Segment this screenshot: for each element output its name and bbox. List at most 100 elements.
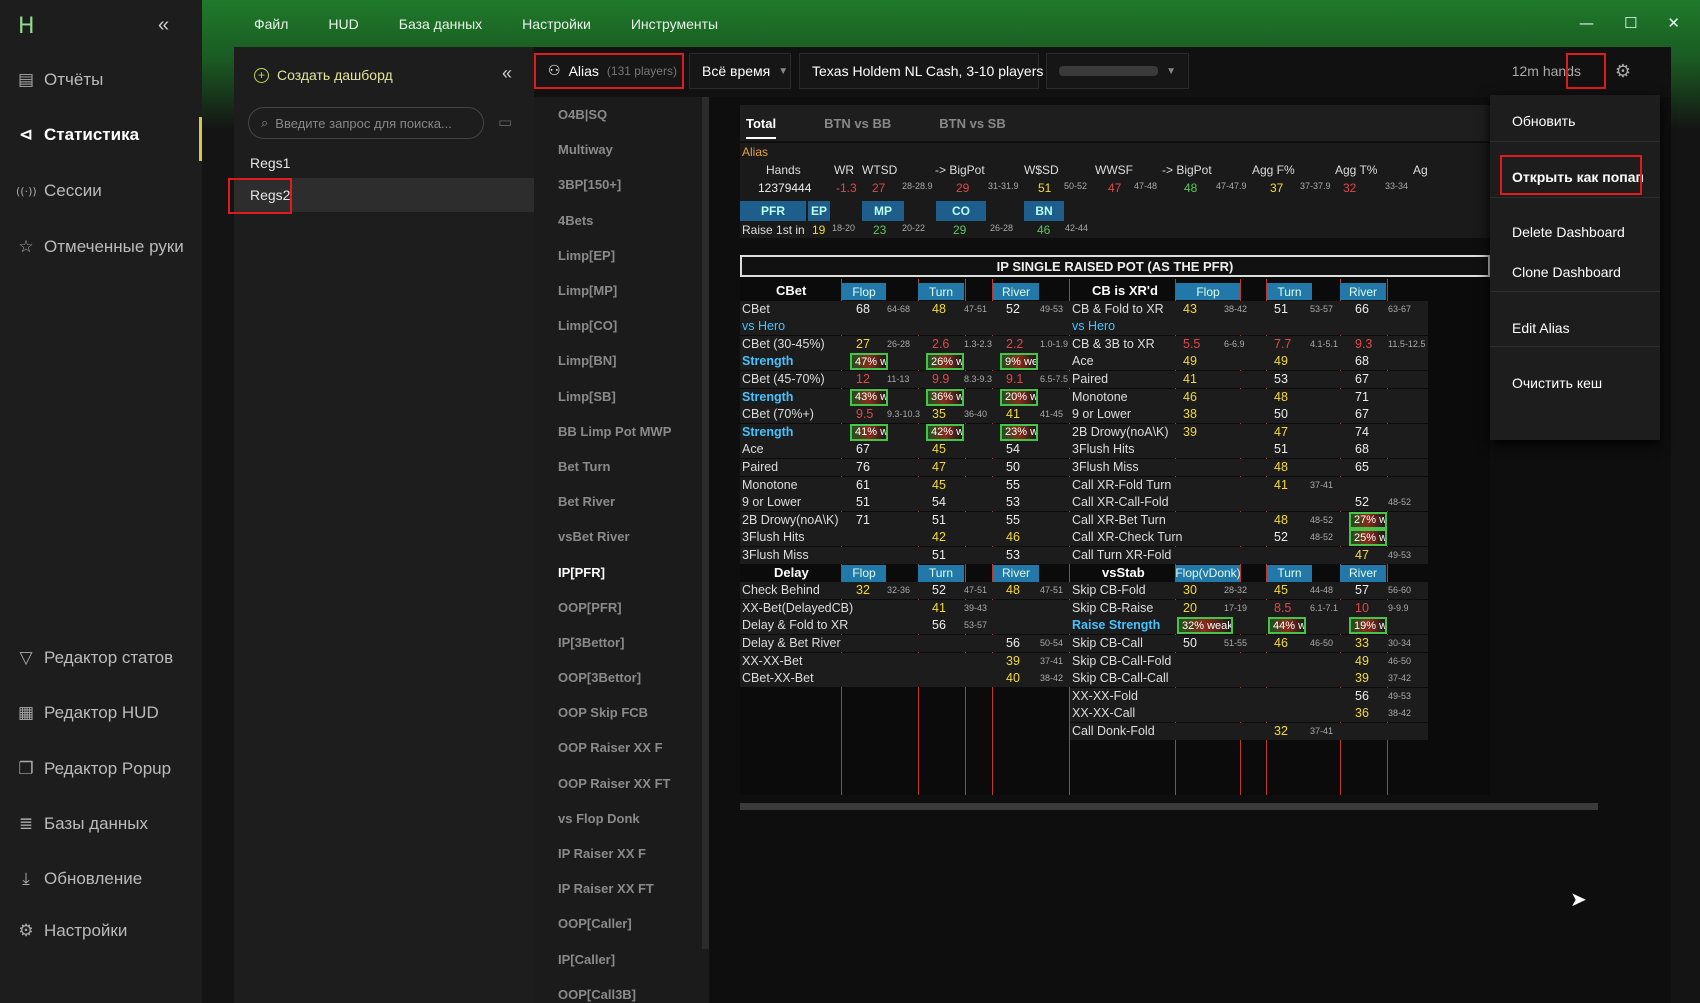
- nav-item-3[interactable]: ☆ Отмеченные руки: [16, 237, 183, 257]
- stat-list-item[interactable]: Limp[CO]: [534, 308, 709, 343]
- stat-list-item[interactable]: Multiway: [534, 132, 709, 167]
- nav-bottom-item-4[interactable]: ⤓ Обновление: [16, 869, 142, 889]
- stat-list-item[interactable]: Limp[BN]: [534, 343, 709, 378]
- settings-gear-icon[interactable]: ⚙: [1605, 53, 1641, 89]
- stat-list-item[interactable]: OOP[3Bettor]: [534, 660, 709, 695]
- window-controls: — ☐ ✕: [1579, 14, 1680, 32]
- row-label: Call Donk-Fold: [1072, 724, 1155, 738]
- tab[interactable]: Total: [746, 116, 777, 139]
- stat-list-item[interactable]: BB Limp Pot MWP: [534, 414, 709, 449]
- player-select[interactable]: ▼: [1046, 53, 1189, 89]
- stat-list-item[interactable]: vsBet River: [534, 519, 709, 554]
- stat-list-item[interactable]: 4Bets: [534, 203, 709, 238]
- stat-list-item[interactable]: Bet Turn: [534, 449, 709, 484]
- stat-value: 40: [1006, 671, 1020, 686]
- stat-list-item[interactable]: vs Flop Donk: [534, 801, 709, 836]
- stat-range: 11-13: [887, 374, 910, 384]
- stat-range: 4.1-5.1: [1310, 338, 1339, 349]
- time-range-select[interactable]: Всё время ▼: [689, 53, 791, 89]
- stat-list-item[interactable]: OOP[PFR]: [534, 590, 709, 625]
- stat-list-item[interactable]: Limp[MP]: [534, 273, 709, 308]
- stat-list-item[interactable]: OOP Raiser XX F: [534, 730, 709, 765]
- tab[interactable]: BTN vs SB: [939, 116, 1005, 131]
- search-placeholder: Введите запрос для поиска...: [275, 115, 452, 131]
- stat-list-item[interactable]: IP[3Bettor]: [534, 625, 709, 660]
- nav-item-0[interactable]: ▤ Отчёты: [16, 70, 103, 90]
- stat-list-item[interactable]: Bet River: [534, 484, 709, 519]
- menu-item-1[interactable]: Открыть как попап: [1512, 169, 1644, 185]
- menu-item-4[interactable]: Edit Alias: [1512, 320, 1570, 336]
- stat-list-item[interactable]: IP[PFR]: [534, 554, 709, 589]
- strength-bar: 27% we: [1349, 511, 1387, 529]
- alias-selector[interactable]: ⚇ Alias (131 players): [534, 53, 684, 89]
- dashboard-item-regs1[interactable]: Regs1: [234, 146, 534, 180]
- stat-list-item[interactable]: IP[Caller]: [534, 942, 709, 977]
- stat-list-scrollbar[interactable]: [702, 97, 709, 949]
- close-icon[interactable]: ✕: [1667, 14, 1680, 32]
- stat-range: 32-36: [887, 585, 911, 596]
- stat-range: 56-60: [1388, 585, 1412, 596]
- nav-label: Отчёты: [44, 70, 104, 89]
- stat-list-item[interactable]: OOP Skip FCB: [534, 695, 709, 730]
- stat-list-item[interactable]: IP Raiser XX FT: [534, 871, 709, 906]
- strength-bar: 20% we: [1000, 388, 1038, 406]
- stat-value: 47: [1274, 424, 1288, 439]
- rfi-value: 26-28: [990, 223, 1014, 233]
- rfi-value: 20-22: [902, 223, 926, 233]
- stat-value: 7.7: [1274, 336, 1292, 351]
- stat-list-item[interactable]: O4B|SQ: [534, 97, 709, 132]
- game-type-select[interactable]: Texas Holdem NL Cash, 3-10 players ▼: [799, 53, 1061, 89]
- tab[interactable]: BTN vs BB: [824, 116, 891, 131]
- street-header: Flop: [842, 283, 886, 300]
- nav-bottom-item-2[interactable]: ❐ Редактор Popup: [16, 759, 171, 779]
- nav-bottom-item-3[interactable]: ≣ Базы данных: [16, 814, 148, 834]
- strength-bar: 32% weak: [1177, 617, 1233, 635]
- menu-item-3[interactable]: Clone Dashboard: [1512, 264, 1621, 280]
- menu-item[interactable]: HUD: [328, 16, 358, 32]
- collapse-panel-icon[interactable]: «: [502, 63, 512, 84]
- dashboard-item-regs2[interactable]: Regs2: [234, 178, 534, 212]
- search-icon: ⌕: [261, 115, 269, 131]
- menu-bar: Файл HUD База данных Настройки Инструменты: [202, 0, 1700, 48]
- stat-list-item[interactable]: OOP[Call3B]: [534, 977, 709, 1003]
- collapse-sidebar-icon[interactable]: «: [158, 14, 169, 37]
- maximize-icon[interactable]: ☐: [1624, 14, 1637, 32]
- dashboard-search-input[interactable]: ⌕ Введите запрос для поиска...: [248, 107, 484, 139]
- minimize-icon[interactable]: —: [1579, 14, 1594, 32]
- menu-item[interactable]: База данных: [399, 16, 482, 32]
- position-tabs: Total BTN vs BB BTN vs SB: [740, 105, 1490, 141]
- strength-bar: 25% we: [1349, 529, 1387, 547]
- menu-item-5[interactable]: Очистить кеш: [1512, 375, 1602, 391]
- nav-bottom-item-1[interactable]: ▦ Редактор HUD: [16, 703, 159, 723]
- menu-item[interactable]: Файл: [254, 16, 288, 32]
- stat-value: 51: [932, 548, 946, 562]
- row-label: XX-XX-Bet: [742, 653, 803, 668]
- menu-item-2[interactable]: Delete Dashboard: [1512, 224, 1625, 240]
- stat-list-item[interactable]: OOP[Caller]: [534, 906, 709, 941]
- row-label: Call Turn XR-Fold: [1072, 548, 1172, 562]
- menu-item-0[interactable]: Обновить: [1512, 113, 1575, 129]
- stat-value: 10: [1355, 600, 1369, 615]
- sessions-icon: ((·)): [16, 184, 37, 198]
- row-label: Paired: [1072, 372, 1109, 386]
- menu-item[interactable]: Настройки: [522, 16, 591, 32]
- nav-item-2[interactable]: ((·)) Сессии: [16, 181, 102, 201]
- row-label: Delay & Bet River: [742, 636, 841, 650]
- nav-bottom-item-0[interactable]: ▽ Редактор статов: [16, 648, 173, 668]
- stat-list-item[interactable]: IP Raiser XX F: [534, 836, 709, 871]
- menu-item[interactable]: Инструменты: [631, 16, 718, 32]
- stat-list-item[interactable]: Limp[EP]: [534, 238, 709, 273]
- stat-value: 51: [856, 495, 870, 510]
- stat-value: 48: [1274, 460, 1288, 474]
- stat-list-item[interactable]: 3BP[150+]: [534, 167, 709, 202]
- header-value: 28-28.9: [902, 181, 933, 191]
- folder-icon[interactable]: ▭: [498, 113, 512, 131]
- create-dashboard-button[interactable]: + Создать дашборд: [254, 67, 393, 83]
- stat-value: 36: [1355, 706, 1369, 721]
- horizontal-scrollbar[interactable]: [740, 803, 1598, 810]
- rfi-value: 42-44: [1065, 223, 1089, 233]
- nav-bottom-item-5[interactable]: ⚙ Настройки: [16, 921, 127, 941]
- stat-list-item[interactable]: OOP Raiser XX FT: [534, 766, 709, 801]
- stat-list-item[interactable]: Limp[SB]: [534, 379, 709, 414]
- nav-item-1[interactable]: ⊲ Статистика: [16, 125, 139, 145]
